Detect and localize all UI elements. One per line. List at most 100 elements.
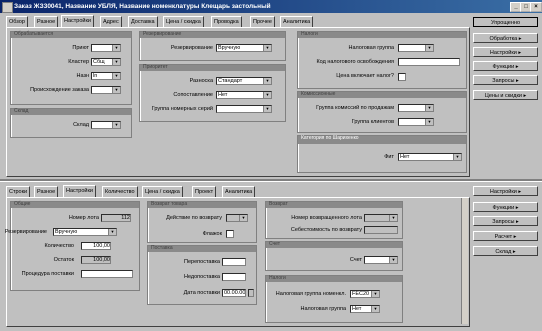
- group-delivery: Поставка Перепоставка Недопоставка Дата …: [147, 245, 257, 305]
- group-warehouse: Склад Склад ▼: [10, 108, 132, 138]
- tab-price-discount[interactable]: Цена / скидка: [163, 16, 204, 27]
- item-tax-group-label: Налоговая группа номенкл.: [275, 291, 346, 297]
- commission-group-label: Группа комиссий по продажам: [316, 105, 394, 111]
- account-field[interactable]: ▼: [364, 256, 398, 264]
- tab-price-discount-lines[interactable]: Цена / скидка: [142, 186, 183, 197]
- processing-menu-button[interactable]: Обработка ▸: [473, 33, 538, 43]
- lot-label: Номер лота: [68, 215, 99, 221]
- remainder-field: 100,00: [81, 256, 111, 264]
- underdelivery-field[interactable]: [222, 273, 246, 281]
- customer-group-label: Группа клиентов: [351, 119, 394, 125]
- tab-posting[interactable]: Проводка: [211, 16, 242, 27]
- warehouse-menu-button[interactable]: Склад ▸: [473, 246, 538, 256]
- account-label: Счет: [349, 257, 362, 263]
- group-processing: Обрабатывается Приют ▼ Кластер Сбщ ▼ Назн…: [10, 31, 132, 105]
- close-button[interactable]: ×: [530, 2, 542, 12]
- tab-lines[interactable]: Строки: [6, 186, 31, 197]
- posting-field[interactable]: Стандарт ▼: [216, 77, 272, 85]
- group-general: Общие Номер лота 112 Резервирование Вруч…: [5, 201, 140, 291]
- line-reservation-label: Резервирование: [4, 229, 47, 235]
- tab-analytics-lines[interactable]: Аналитика: [222, 186, 256, 197]
- commission-group-field[interactable]: ▼: [398, 104, 434, 112]
- nazn-field[interactable]: ln ▼: [91, 72, 121, 80]
- supply-procedure-field[interactable]: [81, 270, 133, 278]
- group-account: Счет Счет ▼: [265, 241, 403, 271]
- price-incl-tax-label: Цена включает налог?: [336, 73, 394, 79]
- tab-overview[interactable]: Обзор: [6, 16, 28, 27]
- top-panel: Обрабатывается Приют ▼ Кластер Сбщ ▼ Назн…: [6, 27, 470, 177]
- customer-group-field[interactable]: ▼: [398, 118, 434, 126]
- serial-group-field[interactable]: ▼: [216, 105, 272, 113]
- group-reservation: Резервирование Резервирование Вручную ▼: [139, 31, 286, 61]
- delivery-date-label: Дата поставки: [183, 290, 220, 296]
- origin-label: Происхождение заказа: [30, 87, 89, 93]
- return-cost-field: [364, 226, 398, 234]
- prices-discounts-menu-button[interactable]: Цены и скидки ▸: [473, 90, 538, 100]
- matching-field[interactable]: Нет ▼: [216, 91, 272, 99]
- fact-field[interactable]: Нет ▼: [398, 153, 462, 161]
- group-priority: Приоритет Разноска Стандарт ▼ Сопоставлен…: [139, 64, 286, 122]
- sklad-label: Склад: [73, 122, 89, 128]
- line-tax-group-field[interactable]: Нет ▼: [350, 305, 380, 313]
- calculation-menu-button[interactable]: Расчет ▸: [473, 231, 538, 241]
- line-reservation-field[interactable]: Вручную ▼: [53, 228, 117, 236]
- tab-project[interactable]: Проект: [192, 186, 217, 197]
- sklad-field[interactable]: ▼: [91, 121, 121, 129]
- delivery-date-field[interactable]: 00.00.00: [222, 289, 246, 297]
- pane-splitter[interactable]: [0, 179, 542, 182]
- line-queries-menu-button[interactable]: Запросы ▸: [473, 216, 538, 226]
- returned-lot-field[interactable]: ▼: [364, 214, 398, 222]
- reservation-label: Резервирование: [170, 45, 213, 51]
- tab-misc-lines[interactable]: Разное: [34, 186, 59, 197]
- fact-label: Фит: [384, 154, 394, 160]
- line-functions-menu-button[interactable]: Функции ▸: [473, 202, 538, 212]
- underdelivery-label: Недопоставка: [184, 274, 220, 280]
- tab-delivery[interactable]: Доставка: [128, 16, 158, 27]
- bottom-scrollbar[interactable]: [461, 198, 468, 324]
- app-icon: [2, 2, 13, 13]
- cluster-field[interactable]: Сбщ ▼: [91, 58, 121, 66]
- prima-field[interactable]: ▼: [91, 44, 121, 52]
- tax-exempt-label: Код налогового освобождения: [316, 59, 394, 65]
- return-action-field[interactable]: ▼: [226, 214, 248, 222]
- tab-settings-lines[interactable]: Настройки: [63, 185, 96, 197]
- group-line-taxes: Налоги Налоговая группа номенкл. FEC20 ▼ …: [265, 275, 403, 323]
- bottom-panel: Общие Номер лота 112 Резервирование Вруч…: [5, 197, 470, 327]
- calendar-icon[interactable]: [248, 289, 254, 297]
- settings-menu-button[interactable]: Настройки ▸: [473, 47, 538, 57]
- cluster-label: Кластер: [68, 59, 89, 65]
- overdelivery-label: Перепоставка: [184, 259, 220, 265]
- supply-procedure-label: Процедура поставки: [21, 271, 74, 277]
- origin-field[interactable]: ▼: [91, 86, 121, 94]
- remainder-label: Остаток: [53, 257, 74, 263]
- serial-group-label: Группа номерных серий: [151, 106, 213, 112]
- item-tax-group-field[interactable]: FEC20 ▼: [350, 290, 380, 298]
- tax-exempt-field[interactable]: [398, 58, 460, 66]
- reservation-field[interactable]: Вручную ▼: [216, 44, 272, 52]
- tax-group-label: Налоговая группа: [348, 45, 395, 51]
- tab-misc[interactable]: Разное: [34, 16, 59, 27]
- return-flag-label: Флажок: [202, 231, 222, 237]
- tab-quantity[interactable]: Количество: [102, 186, 138, 197]
- title-bar: Заказ ЖЗ30041, Название УБЛЯ, Название н…: [0, 0, 542, 13]
- price-incl-tax-checkbox[interactable]: [398, 73, 406, 81]
- group-commissions: Комиссионные Группа комиссий по продажам…: [297, 91, 467, 133]
- tab-address[interactable]: Адрес: [100, 16, 122, 27]
- return-action-label: Действие по возврату: [166, 215, 222, 221]
- queries-menu-button[interactable]: Запросы ▸: [473, 75, 538, 85]
- simplified-button[interactable]: Упрощенно: [473, 17, 538, 27]
- return-cost-label: Себестоимость по возврату: [290, 227, 362, 233]
- posting-label: Разноска: [189, 78, 213, 84]
- tab-analytics[interactable]: Аналитика: [280, 16, 314, 27]
- return-flag-checkbox[interactable]: [226, 230, 234, 238]
- quantity-label: Количество: [44, 243, 74, 249]
- matching-label: Сопоставление: [173, 92, 213, 98]
- tab-other[interactable]: Прочее: [250, 16, 275, 27]
- quantity-field[interactable]: 100,00: [81, 242, 111, 250]
- window-title: Заказ ЖЗ30041, Название УБЛЯ, Название н…: [14, 3, 271, 10]
- tax-group-field[interactable]: ▼: [398, 44, 434, 52]
- line-settings-menu-button[interactable]: Настройки ▸: [473, 186, 538, 196]
- tab-settings[interactable]: Настройки: [61, 15, 94, 27]
- functions-menu-button[interactable]: Функции ▸: [473, 61, 538, 71]
- overdelivery-field[interactable]: [222, 258, 246, 266]
